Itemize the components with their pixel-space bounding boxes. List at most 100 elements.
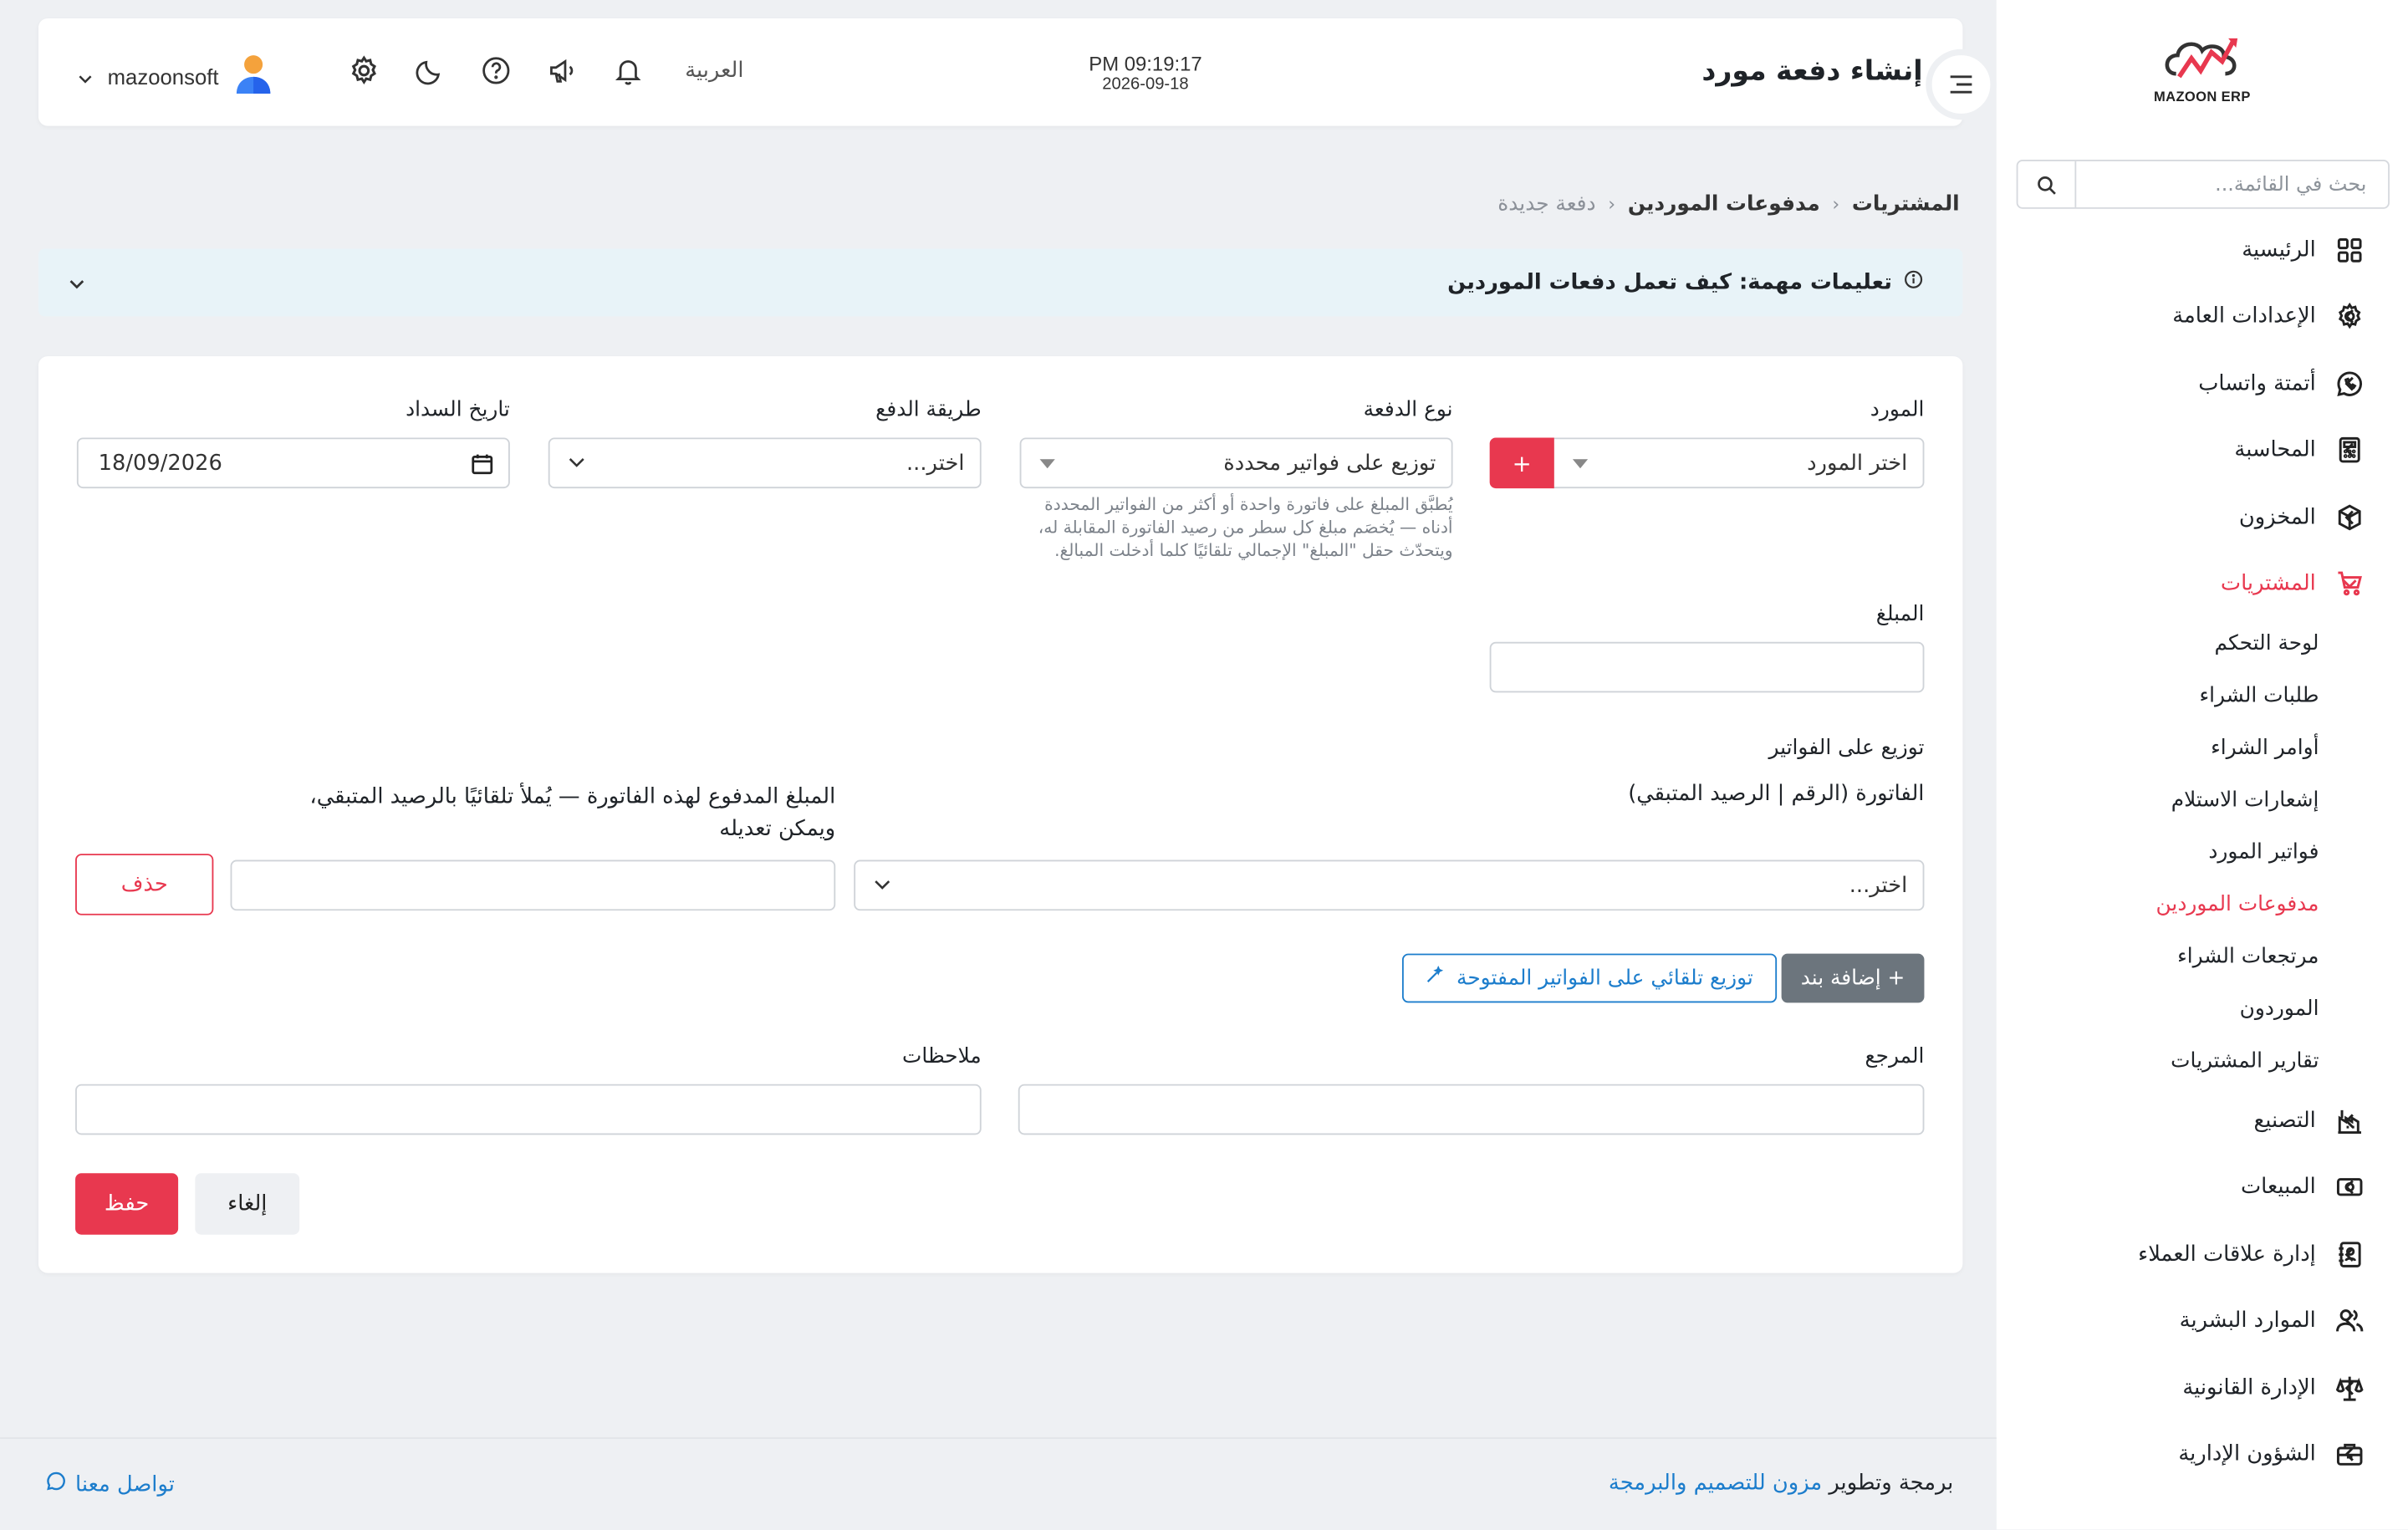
sidebar-item-admin-affairs[interactable]: الشؤون الإدارية (1997, 1421, 2408, 1488)
sidebar-item-purchases[interactable]: المشتريات (1997, 550, 2408, 617)
sidebar-item-label: المحاسبة (2234, 437, 2316, 463)
submenu-item-purchase-reports[interactable]: تقارير المشتريات (1997, 1035, 2319, 1087)
purchases-submenu: لوحة التحكم طلبات الشراء أوامر الشراء إش… (1997, 617, 2408, 1087)
sidebar-item-sales[interactable]: المبيعات (1997, 1154, 2408, 1221)
supplier-label: المورد (1870, 397, 1925, 423)
chevron-left-icon (2338, 1447, 2362, 1462)
chevron-left-icon (2338, 376, 2362, 391)
chevron-left-icon (2338, 309, 2362, 324)
chevron-left-icon (2338, 1380, 2362, 1395)
sidebar: MAZOON ERP الرئيسية الإعدادات العامة (1996, 0, 2408, 1530)
header-actions (345, 52, 646, 89)
sidebar-item-crm[interactable]: إدارة علاقات العملاء (1997, 1221, 2408, 1288)
sidebar-item-label: الرئيسية (2242, 237, 2316, 263)
payment-date-label: تاريخ السداد (406, 397, 510, 423)
sidebar-item-whatsapp[interactable]: أتمتة واتساب (1997, 350, 2408, 417)
paid-column-header: المبلغ المدفوع لهذه الفاتورة — يُملأ تلق… (268, 782, 836, 846)
search-icon[interactable] (2018, 161, 2077, 207)
sidebar-item-hr[interactable]: الموارد البشرية (1997, 1288, 2408, 1354)
clock-time: PM 09:19:17 (1089, 52, 1202, 75)
sidebar-item-label: المشتريات (2220, 571, 2316, 597)
contact-us-link[interactable]: تواصل معنا (46, 1471, 175, 1497)
sidebar-item-general-settings[interactable]: الإعدادات العامة (1997, 283, 2408, 350)
menu-icon (1950, 75, 1972, 94)
sidebar-toggle-button[interactable] (1926, 48, 1997, 120)
amount-input[interactable] (1489, 641, 1925, 693)
payment-date-input[interactable]: 18/09/2026 (76, 437, 510, 489)
allocation-label: توزيع على الفواتير (1768, 735, 1925, 761)
invoice-select[interactable]: اختر... (854, 859, 1925, 911)
chevron-down-icon (855, 880, 907, 890)
chevron-left-icon (2338, 1313, 2362, 1329)
notes-input[interactable] (75, 1084, 982, 1135)
paid-column-header-line: المبلغ المدفوع لهذه الفاتورة — يُملأ تلق… (309, 784, 836, 809)
info-circle-icon (1905, 270, 1923, 294)
breadcrumb-supplier-payments[interactable]: مدفوعات الموردين (1628, 192, 1820, 217)
chevron-down-icon[interactable] (69, 268, 84, 298)
caret-down-icon (1021, 458, 1073, 468)
username: mazoonsoft (107, 64, 219, 89)
sidebar-item-label: المخزون (2238, 504, 2316, 530)
credit-prefix: برمجة وتطوير (1829, 1471, 1954, 1496)
payment-type-label: نوع الدفعة (1363, 397, 1453, 423)
chevron-left-icon: ‹ (1608, 193, 1616, 216)
sidebar-item-legal[interactable]: الإدارة القانونية (1997, 1354, 2408, 1421)
auto-allocate-button[interactable]: توزيع تلقائي على الفواتير المفتوحة (1401, 953, 1778, 1003)
submenu-item-purchase-orders[interactable]: أوامر الشراء (1997, 722, 2319, 773)
sidebar-search-input[interactable] (2076, 161, 2389, 207)
sidebar-menu: الرئيسية الإعدادات العامة أتمتة واتساب ا… (1997, 217, 2408, 1488)
magic-wand-icon (1426, 965, 1445, 990)
supplier-select[interactable]: اختر المورد (1552, 437, 1925, 489)
page-title: إنشاء دفعة مورد (1701, 55, 1923, 88)
paid-amount-input[interactable] (230, 859, 836, 911)
add-line-button[interactable]: + إضافة بند (1781, 953, 1925, 1003)
submenu-item-suppliers[interactable]: الموردون (1997, 982, 2319, 1034)
reference-input[interactable] (1018, 1084, 1925, 1135)
cancel-button[interactable]: إلغاء (195, 1173, 300, 1235)
payment-type-select[interactable]: توزيع على فواتير محددة (1019, 437, 1453, 489)
submenu-item-receipt-notes[interactable]: إشعارات الاستلام (1997, 774, 2319, 826)
announcement-megaphone-icon[interactable] (543, 52, 580, 89)
submenu-item-supplier-payments[interactable]: مدفوعات الموردين (1997, 879, 2319, 931)
notes-label: ملاحظات (902, 1043, 982, 1069)
chevron-left-icon (2338, 1180, 2362, 1195)
add-supplier-button[interactable]: + (1489, 437, 1554, 489)
payment-method-value: اختر... (906, 451, 965, 476)
sidebar-item-home[interactable]: الرئيسية (1997, 217, 2408, 283)
submenu-item-dashboard[interactable]: لوحة التحكم (1997, 617, 2319, 669)
top-header: إنشاء دفعة مورد PM 09:19:17 2026-09-18 ا… (38, 18, 1997, 126)
instructions-accordion[interactable]: تعليمات مهمة: كيف تعمل دفعات الموردين (38, 248, 1963, 317)
sidebar-item-inventory[interactable]: المخزون (1997, 484, 2408, 551)
settings-gear-icon[interactable] (345, 52, 382, 89)
submenu-item-supplier-invoices[interactable]: فواتير المورد (1997, 826, 2319, 878)
credit-link[interactable]: مزون للتصميم والبرمجة (1609, 1471, 1822, 1496)
help-icon[interactable] (477, 52, 514, 89)
notification-bell-icon[interactable] (610, 52, 646, 89)
payment-method-select[interactable]: اختر... (548, 437, 982, 489)
calendar-icon[interactable] (457, 452, 508, 474)
caret-down-icon (1554, 458, 1606, 468)
chevron-left-icon (2338, 1113, 2362, 1128)
sidebar-item-accounting[interactable]: المحاسبة (1997, 417, 2408, 484)
sidebar-item-manufacturing[interactable]: التصنيع (1997, 1087, 2408, 1154)
avatar (234, 52, 274, 101)
sidebar-item-label: الإعدادات العامة (2172, 304, 2316, 329)
payment-method-label: طريقة الدفع (875, 397, 982, 423)
payment-form-card: المورد نوع الدفعة طريقة الدفع تاريخ السد… (38, 356, 1963, 1273)
chevron-left-icon (2338, 509, 2362, 524)
language-switcher[interactable]: العربية (685, 59, 743, 83)
invoice-select-value: اختر... (1849, 873, 1908, 898)
save-button[interactable]: حفظ (75, 1173, 179, 1235)
breadcrumb-purchases[interactable]: المشتريات (1852, 192, 1960, 217)
payment-type-value: توزيع على فواتير محددة (1223, 451, 1436, 476)
brand-logo[interactable]: MAZOON ERP (2147, 33, 2258, 114)
brand-name: MAZOON ERP (2153, 89, 2251, 105)
submenu-item-purchase-returns[interactable]: مرتجعات الشراء (1997, 931, 2319, 982)
sidebar-item-label: إدارة علاقات العملاء (2138, 1242, 2316, 1267)
sidebar-item-label: الإدارة القانونية (2182, 1375, 2316, 1400)
delete-line-button[interactable]: حذف (75, 854, 214, 915)
clock-date: 2026-09-18 (1102, 74, 1189, 94)
submenu-item-purchase-requests[interactable]: طلبات الشراء (1997, 670, 2319, 722)
dark-mode-moon-icon[interactable] (411, 52, 448, 89)
user-menu[interactable]: mazoonsoft (79, 52, 274, 101)
